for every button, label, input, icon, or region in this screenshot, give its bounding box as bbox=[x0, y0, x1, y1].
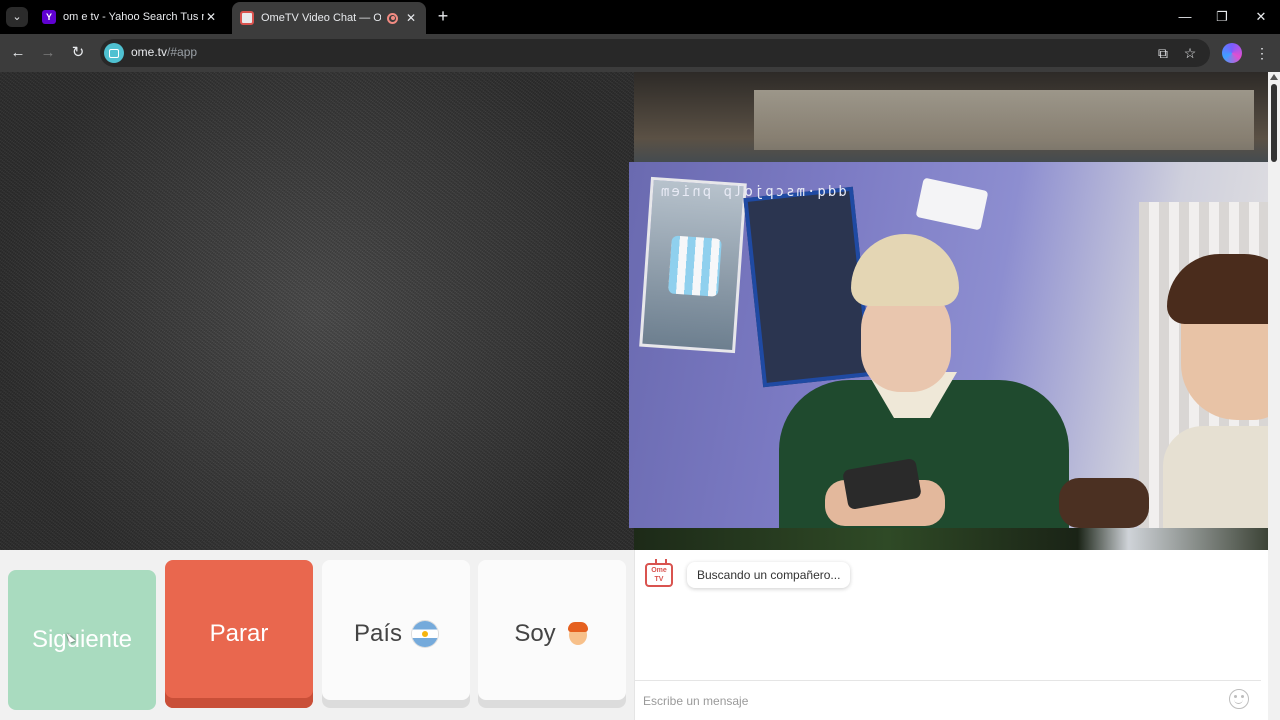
tab-title: om e tv - Yahoo Search Tus resu bbox=[63, 11, 204, 23]
second-person-body bbox=[1163, 426, 1280, 528]
gender-button-label: Soy bbox=[514, 620, 556, 647]
chat-panel: Ome TV Buscando un compañero... bbox=[634, 550, 1261, 720]
tab-close-icon[interactable]: ✕ bbox=[204, 10, 218, 24]
stop-button[interactable]: Parar bbox=[165, 560, 313, 708]
maximize-button[interactable]: ❐ bbox=[1207, 6, 1237, 28]
stop-button-label: Parar bbox=[209, 620, 269, 647]
site-info-icon[interactable] bbox=[104, 43, 124, 63]
air-conditioner bbox=[915, 177, 989, 231]
tab-ometv[interactable]: OmeTV Video Chat — Ome ✕ bbox=[232, 2, 426, 34]
background-shelf bbox=[754, 90, 1254, 150]
profile-avatar[interactable] bbox=[1222, 43, 1242, 63]
country-button[interactable]: País bbox=[322, 560, 470, 708]
chat-input-bar bbox=[635, 680, 1261, 720]
tab-yahoo-search[interactable]: Y om e tv - Yahoo Search Tus resu ✕ bbox=[34, 4, 226, 30]
bookmark-star-icon[interactable]: ☆ bbox=[1179, 42, 1201, 64]
video-overlay-text: ddq·mscpjolp pniem bbox=[659, 184, 847, 200]
scroll-up-icon[interactable] bbox=[1270, 74, 1278, 80]
ometv-icon bbox=[240, 11, 254, 25]
local-video-static bbox=[0, 72, 634, 550]
browser-toolbar: ← → ↻ ome.tv/#app ⧉ ☆ ⋮ bbox=[0, 34, 1280, 72]
tab-search-chevron-icon[interactable]: ⌄ bbox=[6, 7, 28, 27]
url-host: ome.tv bbox=[131, 45, 168, 59]
tab-strip: ⌄ Y om e tv - Yahoo Search Tus resu ✕ Om… bbox=[0, 0, 1280, 34]
minimize-button[interactable]: — bbox=[1170, 6, 1200, 28]
back-button[interactable]: ← bbox=[7, 42, 29, 64]
emoji-icon[interactable] bbox=[1229, 689, 1249, 709]
ometv-app: ddq·mscpjolp pniem Siguiente Parar País … bbox=[0, 72, 1280, 720]
recording-icon bbox=[387, 12, 398, 24]
gender-button[interactable]: Soy bbox=[478, 560, 626, 708]
remote-video: ddq·mscpjolp pniem bbox=[629, 162, 1280, 528]
tab-title: OmeTV Video Chat — Ome bbox=[261, 12, 381, 24]
message-input[interactable] bbox=[643, 691, 1203, 711]
boy-icon bbox=[566, 621, 590, 647]
chat-message: Ome TV Buscando un compañero... bbox=[645, 562, 851, 588]
close-window-button[interactable]: ✕ bbox=[1246, 6, 1276, 28]
country-button-label: País bbox=[353, 620, 403, 647]
url-path: /#app bbox=[167, 45, 198, 59]
forward-button[interactable]: → bbox=[37, 42, 59, 64]
address-bar[interactable]: ome.tv/#app bbox=[100, 39, 1210, 67]
next-button-label: Siguiente bbox=[31, 626, 133, 653]
new-tab-button[interactable]: + bbox=[434, 6, 452, 26]
ometv-logo-icon: Ome TV bbox=[645, 563, 673, 587]
scroll-thumb[interactable] bbox=[1271, 84, 1277, 162]
page-scrollbar[interactable] bbox=[1268, 72, 1280, 720]
url-text: ome.tv/#app bbox=[131, 45, 197, 59]
next-button[interactable]: Siguiente bbox=[8, 570, 156, 710]
browser-menu-icon[interactable]: ⋮ bbox=[1251, 42, 1273, 64]
argentina-flag-icon bbox=[412, 621, 439, 647]
reload-button[interactable]: ↻ bbox=[67, 42, 89, 64]
yahoo-icon: Y bbox=[42, 10, 56, 24]
jersey bbox=[667, 235, 722, 297]
poster bbox=[639, 176, 747, 354]
install-app-icon[interactable]: ⧉ bbox=[1152, 42, 1174, 64]
background-foliage bbox=[634, 527, 1268, 550]
tab-close-icon[interactable]: ✕ bbox=[404, 11, 418, 25]
person-cap bbox=[851, 234, 959, 306]
control-panel: Siguiente Parar País Soy bbox=[0, 550, 634, 720]
blanket bbox=[1059, 478, 1149, 528]
status-message: Buscando un compañero... bbox=[687, 562, 851, 588]
